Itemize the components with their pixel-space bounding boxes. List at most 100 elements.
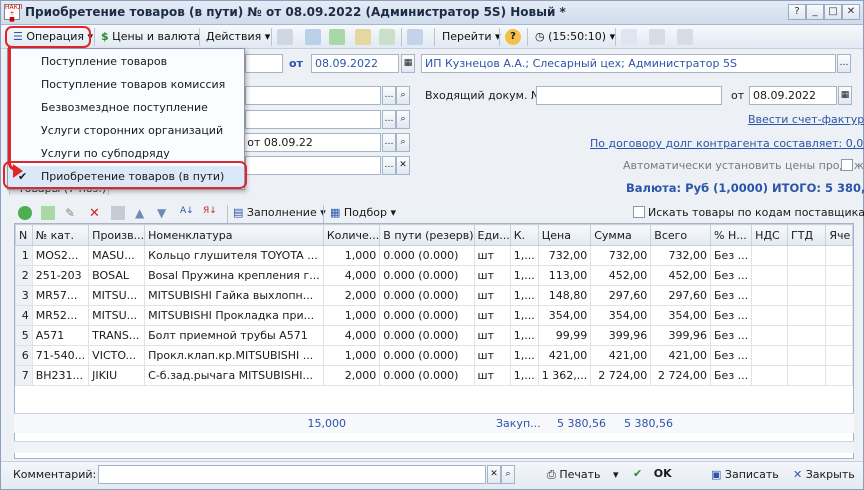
table-cell[interactable]: 4,000 [322, 325, 381, 346]
table-cell[interactable]: MASU... [88, 245, 146, 266]
table-cell[interactable]: MR52... [31, 305, 90, 326]
time-button[interactable]: ◷ (15:50:10) ▾ [532, 27, 618, 47]
print-dropdown-icon[interactable]: ▾ [613, 468, 619, 481]
table-cell[interactable]: Без ... [710, 265, 753, 286]
table-cell[interactable]: 452,00 [590, 265, 652, 286]
close-window-button[interactable]: ✕ [842, 4, 860, 20]
table-cell[interactable]: MITSUBISHI Гайка выхлопн... [144, 285, 324, 306]
table-cell[interactable]: 399,96 [590, 325, 652, 346]
table-cell[interactable] [787, 325, 827, 346]
table-cell[interactable]: Кольцо глушителя TOYOTA ... [144, 245, 324, 266]
table-cell[interactable]: 2 724,00 [590, 365, 652, 386]
table-cell[interactable]: 1 362,... [537, 365, 592, 386]
column-header[interactable]: В пути (резерв) [379, 224, 475, 246]
table-cell[interactable] [751, 265, 789, 286]
column-header[interactable]: НДС [751, 224, 789, 246]
save-button[interactable]: ▣ Записать [711, 468, 779, 481]
column-header[interactable]: Сумма [590, 224, 652, 246]
column-header[interactable]: Произв... [88, 224, 146, 246]
table-cell[interactable] [751, 325, 789, 346]
extra-clear-icon[interactable]: ✕ [396, 156, 410, 175]
table-cell[interactable]: 0.000 (0.000) [379, 305, 475, 326]
table-cell[interactable]: 7 [15, 365, 33, 386]
table-row[interactable]: 2 251-203 BOSAL Bosal Пружина крепления г..… [15, 265, 853, 286]
doc-number-field[interactable] [245, 54, 283, 73]
table-cell[interactable]: MITSUBISHI Прокладка при... [144, 305, 324, 326]
table-cell[interactable]: 421,00 [590, 345, 652, 366]
incoming-date-field[interactable]: 08.09.2022 [749, 86, 837, 105]
search-by-code-checkbox[interactable] [633, 206, 645, 218]
table-cell[interactable]: 1,... [509, 305, 539, 326]
table-row[interactable]: 5 A571 TRANS... Болт приемной трубы A571 4,0… [15, 325, 853, 346]
table-cell[interactable] [787, 285, 827, 306]
maximize-button[interactable]: □ [824, 4, 842, 20]
warehouse-search-icon[interactable]: ⌕ [396, 110, 410, 129]
table-cell[interactable]: 99,99 [537, 325, 592, 346]
comment-clear-icon[interactable]: ✕ [487, 465, 501, 484]
table-cell[interactable] [787, 345, 827, 366]
table-cell[interactable]: 3 [15, 285, 33, 306]
table-cell[interactable]: 1,... [509, 345, 539, 366]
table-cell[interactable]: шт [473, 265, 511, 286]
menu-item-third-party-services[interactable]: Услуги сторонних организаций [8, 120, 244, 142]
table-cell[interactable]: 4,000 [322, 265, 381, 286]
table-cell[interactable]: шт [473, 345, 511, 366]
table-icon[interactable] [649, 29, 665, 45]
warehouse-field[interactable] [245, 110, 381, 129]
select-button[interactable]: ▦ Подбор ▾ [330, 206, 396, 219]
table-cell[interactable]: Bosal Пружина крепления г... [144, 265, 324, 286]
table-cell[interactable] [751, 345, 789, 366]
table-cell[interactable]: 251-203 [31, 265, 90, 286]
table-row[interactable]: 6 71-540... VICTO... Прокл.клап.кр.MITSUBIS… [15, 345, 853, 366]
table-cell[interactable]: Без ... [710, 325, 753, 346]
table-cell[interactable]: Без ... [710, 285, 753, 306]
column-header[interactable]: Номенклатура [144, 224, 324, 246]
delete-row-icon[interactable]: ✕ [89, 206, 103, 221]
table-cell[interactable]: шт [473, 325, 511, 346]
table-cell[interactable]: 0.000 (0.000) [379, 365, 475, 386]
table-cell[interactable] [787, 245, 827, 266]
help-question-icon[interactable]: ? [505, 29, 521, 45]
column-header[interactable]: Еди... [473, 224, 511, 246]
table-cell[interactable] [751, 305, 789, 326]
help-icon[interactable]: ? [788, 4, 806, 20]
table-cell[interactable] [825, 345, 853, 366]
table-cell[interactable]: MITSU... [88, 305, 146, 326]
comment-field[interactable] [98, 465, 486, 484]
table-cell[interactable] [787, 305, 827, 326]
table-cell[interactable]: 0.000 (0.000) [379, 265, 475, 286]
column-header[interactable]: Количе... [322, 224, 381, 246]
sort-asc-icon[interactable]: A↓ [180, 206, 194, 220]
prices-currency-button[interactable]: $ Цены и валюта [98, 27, 203, 47]
contract-field[interactable]: б от 08.09.22 [233, 133, 381, 152]
horizontal-scrollbar[interactable] [14, 441, 854, 453]
structure-icon[interactable] [407, 29, 423, 45]
counterparty-search-icon[interactable]: ⌕ [396, 86, 410, 105]
table-cell[interactable]: BH231... [31, 365, 90, 386]
column-header[interactable]: К. [509, 224, 539, 246]
table-cell[interactable] [751, 245, 789, 266]
menu-item-free-receipt[interactable]: Безвозмездное поступление [8, 97, 244, 119]
table-cell[interactable]: 6 [15, 345, 33, 366]
table-cell[interactable]: 732,00 [650, 245, 712, 266]
table-cell[interactable]: 1,000 [322, 345, 381, 366]
table-cell[interactable]: JIKIU [88, 365, 146, 386]
table-cell[interactable]: Без ... [710, 345, 753, 366]
column-header[interactable]: % Н... [710, 224, 753, 246]
move-up-icon[interactable]: ▲ [135, 206, 149, 220]
column-header[interactable]: N [15, 224, 33, 246]
ok-button[interactable]: ✔ OK [633, 467, 672, 480]
table-cell[interactable]: MR57... [31, 285, 90, 306]
table-cell[interactable]: 1 [15, 245, 33, 266]
table-cell[interactable]: 354,00 [590, 305, 652, 326]
goto-menu-button[interactable]: Перейти ▾ [439, 27, 504, 47]
table-cell[interactable]: 399,96 [650, 325, 712, 346]
copy-row-icon[interactable] [41, 206, 55, 220]
counterparty-field[interactable] [245, 86, 381, 105]
table-cell[interactable]: 452,00 [650, 265, 712, 286]
table-cell[interactable]: 4 [15, 305, 33, 326]
table-cell[interactable]: 1,000 [322, 245, 381, 266]
table-cell[interactable]: шт [473, 245, 511, 266]
column-header[interactable]: № кат. [31, 224, 90, 246]
table-cell[interactable]: Без ... [710, 365, 753, 386]
